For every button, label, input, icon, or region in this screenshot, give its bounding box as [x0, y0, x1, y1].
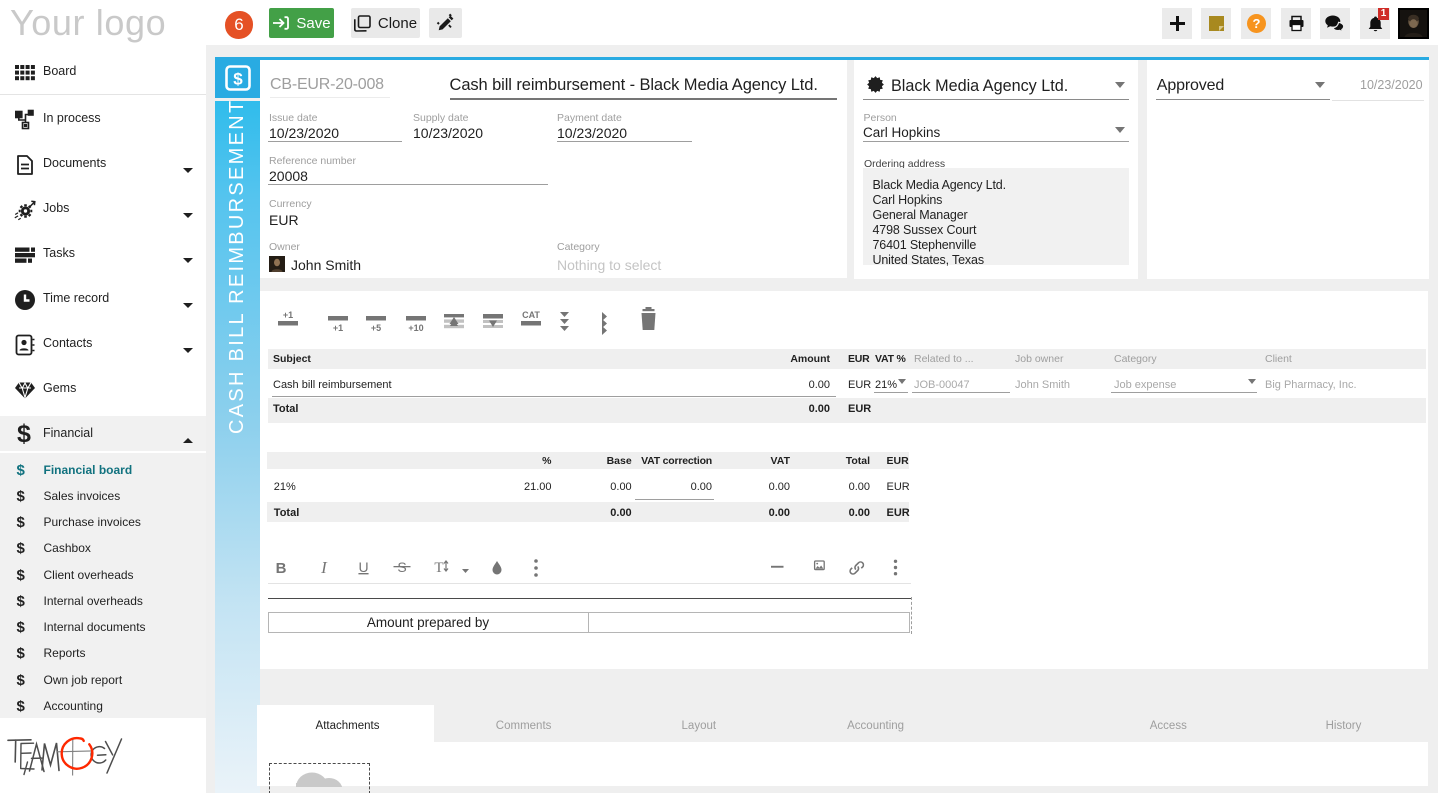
svg-text:U: U — [358, 559, 368, 575]
svg-text:I: I — [320, 558, 328, 577]
svg-text:+1: +1 — [333, 323, 343, 333]
svg-text:+5: +5 — [371, 323, 381, 333]
svg-text:$: $ — [233, 69, 243, 88]
svg-text:CAT: CAT — [522, 310, 540, 320]
svg-text:B: B — [276, 560, 287, 577]
svg-text:T: T — [434, 560, 443, 576]
svg-text:+1: +1 — [283, 310, 293, 320]
svg-text:+10: +10 — [408, 323, 423, 333]
svg-text:?: ? — [1252, 16, 1260, 31]
